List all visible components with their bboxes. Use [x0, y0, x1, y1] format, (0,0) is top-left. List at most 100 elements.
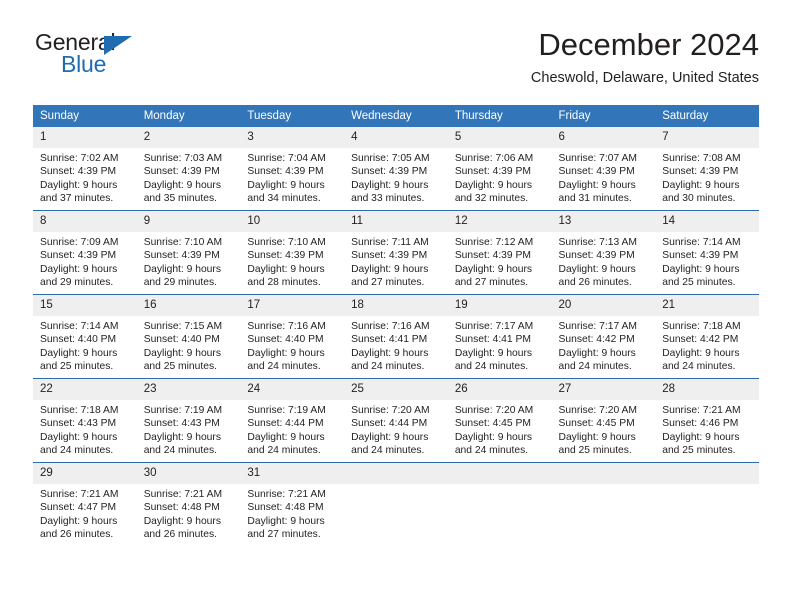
- day-cell[interactable]: 20 Sunrise: 7:17 AM Sunset: 4:42 PM Dayl…: [551, 294, 656, 379]
- sunrise-time: Sunrise: 7:12 AM: [454, 237, 534, 248]
- day-cell[interactable]: 30 Sunrise: 7:21 AM Sunset: 4:48 PM Dayl…: [136, 462, 241, 546]
- day-cell[interactable]: 16 Sunrise: 7:15 AM Sunset: 4:40 PM Dayl…: [136, 294, 241, 379]
- day-cell[interactable]: 21 Sunrise: 7:18 AM Sunset: 4:42 PM Dayl…: [655, 294, 759, 379]
- day-cell[interactable]: 4 Sunrise: 7:05 AM Sunset: 4:39 PM Dayli…: [344, 127, 448, 211]
- sunset-time: Sunset: 4:42 PM: [662, 334, 739, 346]
- day-cell[interactable]: 10 Sunrise: 7:10 AM Sunset: 4:39 PM Dayl…: [240, 210, 345, 295]
- weekday-header-tuesday: Tuesday: [240, 105, 345, 127]
- daylight-line-2: and 25 minutes.: [143, 361, 217, 373]
- sunset-time: Sunset: 4:43 PM: [143, 418, 220, 430]
- daylight-line-2: and 30 minutes.: [662, 193, 736, 205]
- daylight-line-1: Daylight: 9 hours: [143, 263, 221, 275]
- daylight-line-1: Daylight: 9 hours: [40, 347, 118, 359]
- day-cell[interactable]: 11 Sunrise: 7:11 AM Sunset: 4:39 PM Dayl…: [344, 210, 448, 295]
- sunrise-time: Sunrise: 7:13 AM: [558, 237, 637, 248]
- sunrise-time: Sunrise: 7:02 AM: [40, 153, 119, 164]
- sunset-time: Sunset: 4:39 PM: [40, 166, 117, 178]
- sunrise-time: Sunrise: 7:20 AM: [558, 405, 637, 416]
- sunrise-time: Sunrise: 7:21 AM: [143, 489, 223, 500]
- sunrise-time: Sunrise: 7:21 AM: [247, 489, 326, 500]
- day-cell[interactable]: 5 Sunrise: 7:06 AM Sunset: 4:39 PM Dayli…: [447, 127, 552, 211]
- sunset-time: Sunset: 4:46 PM: [662, 418, 739, 430]
- day-cell[interactable]: 6 Sunrise: 7:07 AM Sunset: 4:39 PM Dayli…: [551, 127, 656, 211]
- day-cell[interactable]: 13 Sunrise: 7:13 AM Sunset: 4:39 PM Dayl…: [551, 210, 656, 295]
- day-cell[interactable]: 12 Sunrise: 7:12 AM Sunset: 4:39 PM Dayl…: [447, 210, 552, 295]
- day-number: 18: [344, 295, 448, 316]
- day-details: Sunrise: 7:18 AM Sunset: 4:42 PM Dayligh…: [655, 316, 759, 374]
- day-cell[interactable]: 2 Sunrise: 7:03 AM Sunset: 4:39 PM Dayli…: [136, 127, 241, 211]
- day-cell[interactable]: 27 Sunrise: 7:20 AM Sunset: 4:45 PM Dayl…: [551, 378, 656, 463]
- daylight-line-1: Daylight: 9 hours: [558, 179, 636, 191]
- daylight-line-2: and 33 minutes.: [351, 193, 425, 205]
- daylight-line-1: Daylight: 9 hours: [247, 431, 325, 443]
- sunrise-time: Sunrise: 7:16 AM: [247, 321, 326, 332]
- daylight-line-1: Daylight: 9 hours: [351, 263, 429, 275]
- day-cell[interactable]: 19 Sunrise: 7:17 AM Sunset: 4:41 PM Dayl…: [447, 294, 552, 379]
- daylight-line-1: Daylight: 9 hours: [247, 515, 325, 527]
- weekday-header-sunday: Sunday: [33, 105, 137, 127]
- calendar-header-row: Sunday Monday Tuesday Wednesday Thursday…: [33, 105, 759, 127]
- sunrise-time: Sunrise: 7:17 AM: [454, 321, 534, 332]
- logo-triangle-icon: [104, 36, 132, 55]
- sunset-time: Sunset: 4:39 PM: [558, 250, 635, 262]
- day-cell[interactable]: 31 Sunrise: 7:21 AM Sunset: 4:48 PM Dayl…: [240, 462, 345, 546]
- day-cell[interactable]: 1 Sunrise: 7:02 AM Sunset: 4:39 PM Dayli…: [33, 127, 137, 211]
- day-cell[interactable]: 17 Sunrise: 7:16 AM Sunset: 4:40 PM Dayl…: [240, 294, 345, 379]
- daylight-line-1: Daylight: 9 hours: [143, 179, 221, 191]
- sunset-time: Sunset: 4:47 PM: [40, 502, 117, 514]
- daylight-line-1: Daylight: 9 hours: [143, 431, 221, 443]
- daylight-line-2: and 37 minutes.: [40, 193, 114, 205]
- day-cell[interactable]: 22 Sunrise: 7:18 AM Sunset: 4:43 PM Dayl…: [33, 378, 137, 463]
- day-cell[interactable]: 29 Sunrise: 7:21 AM Sunset: 4:47 PM Dayl…: [33, 462, 137, 546]
- daylight-line-1: Daylight: 9 hours: [351, 179, 429, 191]
- day-cell[interactable]: 8 Sunrise: 7:09 AM Sunset: 4:39 PM Dayli…: [33, 210, 137, 295]
- calendar-week-row: 29 Sunrise: 7:21 AM Sunset: 4:47 PM Dayl…: [33, 462, 759, 546]
- daylight-line-2: and 31 minutes.: [558, 193, 632, 205]
- day-cell[interactable]: 25 Sunrise: 7:20 AM Sunset: 4:44 PM Dayl…: [344, 378, 448, 463]
- day-cell[interactable]: 26 Sunrise: 7:20 AM Sunset: 4:45 PM Dayl…: [447, 378, 552, 463]
- sunset-time: Sunset: 4:45 PM: [558, 418, 635, 430]
- daylight-line-1: Daylight: 9 hours: [558, 431, 636, 443]
- day-cell-empty: [344, 462, 448, 546]
- day-cell[interactable]: 3 Sunrise: 7:04 AM Sunset: 4:39 PM Dayli…: [240, 127, 345, 211]
- sunset-time: Sunset: 4:40 PM: [247, 334, 324, 346]
- day-number: 25: [344, 379, 448, 400]
- day-cell[interactable]: 24 Sunrise: 7:19 AM Sunset: 4:44 PM Dayl…: [240, 378, 345, 463]
- day-number: 20: [551, 295, 656, 316]
- day-details: Sunrise: 7:21 AM Sunset: 4:48 PM Dayligh…: [137, 484, 241, 542]
- generalblue-logo[interactable]: General Blue: [33, 30, 233, 90]
- sunrise-time: Sunrise: 7:16 AM: [351, 321, 430, 332]
- daylight-line-2: and 29 minutes.: [143, 277, 217, 289]
- daylight-line-2: and 24 minutes.: [40, 445, 114, 457]
- page-subtitle: Cheswold, Delaware, United States: [530, 70, 759, 86]
- day-number: 8: [33, 211, 137, 232]
- day-cell-empty: [551, 462, 656, 546]
- daylight-line-2: and 26 minutes.: [143, 529, 217, 541]
- day-details: Sunrise: 7:18 AM Sunset: 4:43 PM Dayligh…: [33, 400, 137, 458]
- day-number: 29: [33, 463, 137, 484]
- day-cell[interactable]: 9 Sunrise: 7:10 AM Sunset: 4:39 PM Dayli…: [136, 210, 241, 295]
- day-number: 28: [655, 379, 759, 400]
- day-details: Sunrise: 7:14 AM Sunset: 4:39 PM Dayligh…: [655, 232, 759, 290]
- day-cell-empty: [447, 462, 552, 546]
- day-number: [447, 463, 552, 484]
- day-cell[interactable]: 23 Sunrise: 7:19 AM Sunset: 4:43 PM Dayl…: [136, 378, 241, 463]
- sunset-time: Sunset: 4:39 PM: [662, 166, 739, 178]
- daylight-line-2: and 35 minutes.: [143, 193, 217, 205]
- daylight-line-2: and 24 minutes.: [558, 361, 632, 373]
- daylight-line-2: and 25 minutes.: [662, 445, 736, 457]
- day-cell[interactable]: 28 Sunrise: 7:21 AM Sunset: 4:46 PM Dayl…: [655, 378, 759, 463]
- day-cell[interactable]: 15 Sunrise: 7:14 AM Sunset: 4:40 PM Dayl…: [33, 294, 137, 379]
- daylight-line-2: and 25 minutes.: [40, 361, 114, 373]
- day-cell[interactable]: 18 Sunrise: 7:16 AM Sunset: 4:41 PM Dayl…: [344, 294, 448, 379]
- title-block: December 2024 Cheswold, Delaware, United…: [531, 26, 759, 88]
- day-cell[interactable]: 14 Sunrise: 7:14 AM Sunset: 4:39 PM Dayl…: [655, 210, 759, 295]
- daylight-line-2: and 25 minutes.: [558, 445, 632, 457]
- day-cell[interactable]: 7 Sunrise: 7:08 AM Sunset: 4:39 PM Dayli…: [655, 127, 759, 211]
- day-details: Sunrise: 7:11 AM Sunset: 4:39 PM Dayligh…: [344, 232, 448, 290]
- day-number: 17: [240, 295, 345, 316]
- daylight-line-2: and 24 minutes.: [351, 445, 425, 457]
- day-details: Sunrise: 7:21 AM Sunset: 4:47 PM Dayligh…: [33, 484, 137, 542]
- sunset-time: Sunset: 4:39 PM: [454, 166, 531, 178]
- daylight-line-1: Daylight: 9 hours: [662, 263, 740, 275]
